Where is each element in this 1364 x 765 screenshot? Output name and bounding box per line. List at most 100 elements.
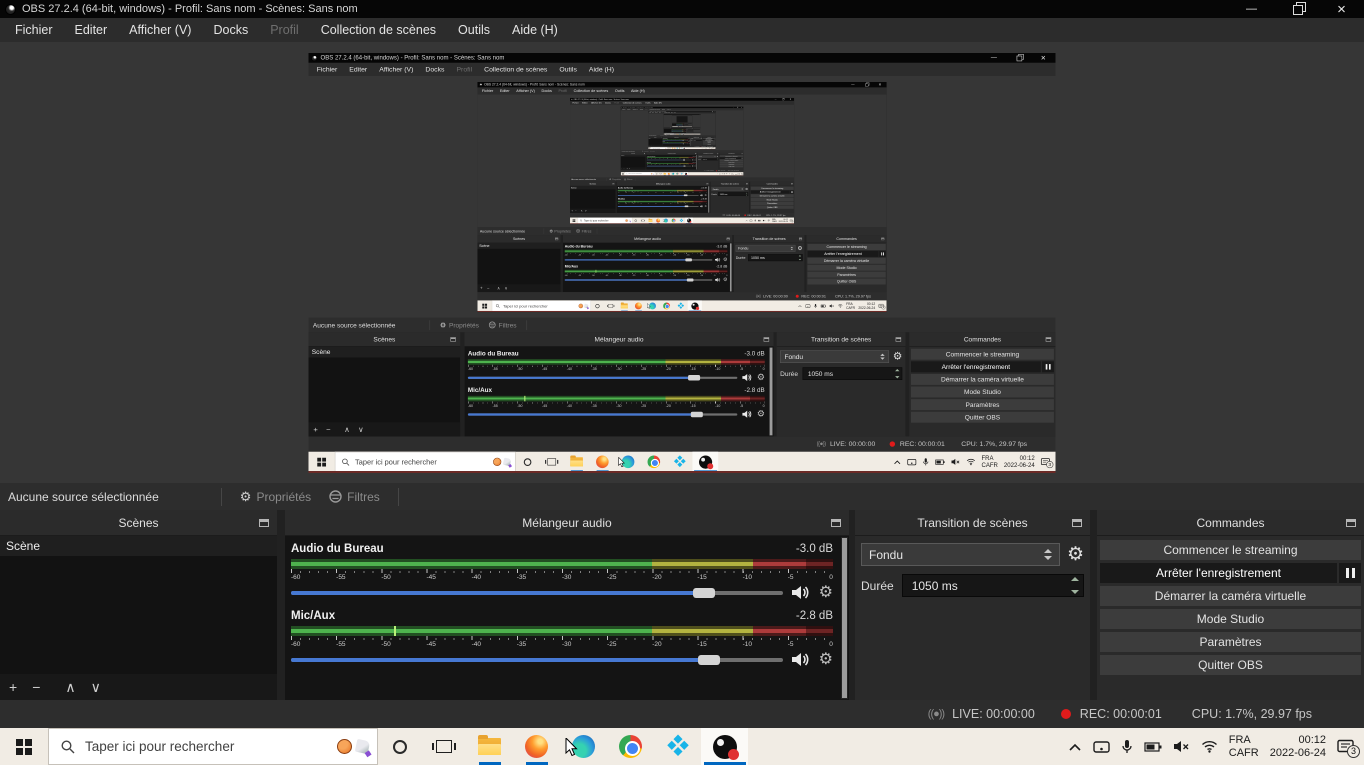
scenes-list: Scène + − ∧ ∨ — [0, 536, 277, 700]
obs-window: OBS 27.2.4 (64-bit, windows) - Profil: S… — [477, 81, 886, 310]
speaker-icon[interactable] — [792, 652, 810, 667]
windows-logo-icon — [16, 739, 32, 755]
kodi-icon — [665, 734, 690, 759]
cortana-icon — [393, 740, 407, 754]
notification-badge: 3 — [1347, 745, 1360, 758]
obs-window: OBS 27.2.4 (64-bit, windows) - Profil: S… — [648, 110, 715, 148]
obs-window: OBS 27.2.4 (64-bit, windows) - Profil: S… — [570, 97, 794, 223]
scenes-panel: Scènes Scène + − ∧ ∨ — [0, 510, 277, 700]
taskbar-file-explorer[interactable] — [466, 728, 513, 765]
transition-select[interactable]: Fondu — [861, 543, 1060, 566]
dock-popout-icon[interactable] — [831, 519, 841, 527]
controls-title: Commandes — [1196, 516, 1264, 530]
studio-mode-button[interactable]: Mode Studio — [1100, 609, 1361, 629]
cortana-button[interactable] — [378, 728, 422, 765]
tray-chevron-up-icon[interactable] — [1068, 742, 1082, 752]
dock-popout-icon[interactable] — [259, 519, 269, 527]
quit-obs-button[interactable]: Quitter OBS — [1100, 655, 1361, 675]
meter-scale: -60-55-50-45-40-35-30-25-20-15-10-50 — [291, 573, 833, 582]
menu-afficher[interactable]: Afficher (V) — [118, 18, 202, 42]
scenes-toolbar: + − ∧ ∨ — [0, 674, 277, 700]
language-indicator[interactable]: FRACAFR — [1229, 734, 1259, 760]
menu-outils[interactable]: Outils — [447, 18, 501, 42]
recording-dot-icon — [1061, 709, 1071, 719]
pause-recording-button[interactable] — [1339, 563, 1361, 583]
restore-button[interactable] — [1274, 0, 1319, 18]
close-button[interactable]: × — [1319, 0, 1364, 18]
speaker-icon[interactable] — [792, 585, 810, 600]
channel-settings-gear-icon[interactable]: ⚙ — [819, 585, 833, 601]
notification-center-button[interactable]: 3 — [1337, 739, 1354, 754]
separator — [398, 488, 399, 506]
filters-button[interactable]: Filtres — [320, 490, 389, 504]
move-scene-down-button[interactable]: ∨ — [91, 679, 101, 696]
duration-label: Durée — [861, 579, 894, 593]
remove-scene-button[interactable]: − — [32, 679, 40, 695]
properties-button[interactable]: ⚙ Propriétés — [231, 490, 320, 504]
task-view-icon — [436, 740, 452, 753]
battery-icon[interactable] — [1144, 741, 1162, 753]
taskbar-obs[interactable] — [701, 728, 748, 765]
search-placeholder: Taper ici pour rechercher — [85, 739, 234, 754]
menu-fichier[interactable]: Fichier — [4, 18, 64, 42]
spinner-arrows-icon[interactable] — [1071, 577, 1079, 594]
window-title: OBS 27.2.4 (64-bit, windows) - Profil: S… — [22, 3, 358, 15]
channel-db: -2.8 dB — [796, 610, 833, 625]
move-scene-up-button[interactable]: ∧ — [65, 679, 75, 696]
scenes-header[interactable]: Scènes — [0, 510, 277, 536]
menu-docks[interactable]: Docks — [202, 18, 259, 42]
start-button[interactable] — [0, 728, 48, 765]
obs-window: OBS 27.2.4 (64-bit, windows) - Profil: S… — [621, 106, 744, 175]
volume-slider[interactable] — [291, 658, 783, 662]
menu-bar: Fichier Editer Afficher (V) Docks Profil… — [0, 18, 1364, 42]
taskbar-chrome[interactable] — [607, 728, 654, 765]
filters-label: Filtres — [347, 490, 380, 504]
taskbar-firefox[interactable] — [513, 728, 560, 765]
menu-aide[interactable]: Aide (H) — [501, 18, 569, 42]
chrome-icon — [619, 735, 642, 758]
preview-canvas[interactable]: OBS 27.2.4 (64-bit, windows) - Profil: S… — [309, 53, 1056, 473]
volume-slider-handle[interactable] — [693, 588, 715, 598]
clock[interactable]: 00:122022-06-24 — [1270, 734, 1326, 760]
taskbar-kodi[interactable] — [654, 728, 701, 765]
microphone-icon[interactable] — [1121, 739, 1133, 755]
search-icon — [61, 740, 75, 754]
add-scene-button[interactable]: + — [9, 679, 17, 695]
menu-editer[interactable]: Editer — [64, 18, 119, 42]
dock-popout-icon[interactable] — [1072, 519, 1082, 527]
taskbar-search[interactable]: Taper ici pour rechercher — [48, 728, 378, 765]
speaker-muted-icon[interactable] — [1173, 740, 1190, 753]
wifi-icon[interactable] — [1201, 740, 1218, 753]
scene-item[interactable]: Scène — [0, 536, 277, 556]
broadcast-icon: ((●)) — [928, 708, 944, 720]
title-bar: OBS 27.2.4 (64-bit, windows) - Profil: S… — [0, 0, 1364, 18]
volume-slider[interactable] — [291, 591, 783, 595]
search-highlight-icon — [355, 739, 370, 754]
cast-icon[interactable] — [1093, 740, 1110, 754]
stop-recording-button[interactable]: Arrêter l'enregistrement — [1100, 563, 1337, 583]
task-view-button[interactable] — [422, 728, 466, 765]
transition-header[interactable]: Transition de scènes — [855, 510, 1090, 536]
mixer-body: Audio du Bureau -3.0 dB -60-55-50-45-40-… — [285, 536, 849, 700]
source-toolbar: Aucune source sélectionnée ⚙ Propriétés … — [0, 483, 1364, 510]
controls-header[interactable]: Commandes — [1097, 510, 1364, 536]
mixer-scrollbar[interactable] — [841, 537, 848, 699]
dock-popout-icon[interactable] — [1346, 519, 1356, 527]
dock-splitter[interactable] — [1090, 510, 1097, 700]
menu-collection[interactable]: Collection de scènes — [310, 18, 447, 42]
start-virtual-camera-button[interactable]: Démarrer la caméra virtuelle — [1100, 586, 1361, 606]
duration-input[interactable]: 1050 ms — [902, 574, 1084, 597]
docks-area: Scènes Scène + − ∧ ∨ Mélangeur audio — [0, 510, 1364, 700]
mouse-cursor — [565, 738, 579, 758]
mixer-header[interactable]: Mélangeur audio — [285, 510, 849, 536]
dock-splitter[interactable] — [277, 510, 285, 700]
scenes-title: Scènes — [118, 516, 158, 530]
obs-window: OBS 27.2.4 (64-bit, windows) - Profil: S… — [309, 53, 1056, 472]
transition-settings-gear-icon[interactable]: ⚙ — [1067, 545, 1084, 564]
minimize-button[interactable]: — — [1229, 0, 1274, 18]
channel-settings-gear-icon[interactable]: ⚙ — [819, 652, 833, 668]
volume-slider-handle[interactable] — [698, 655, 720, 665]
start-streaming-button[interactable]: Commencer le streaming — [1100, 540, 1361, 560]
settings-button[interactable]: Paramètres — [1100, 632, 1361, 652]
windows-taskbar: Taper ici pour rechercher FRACAFR 00:1 — [0, 728, 1364, 765]
